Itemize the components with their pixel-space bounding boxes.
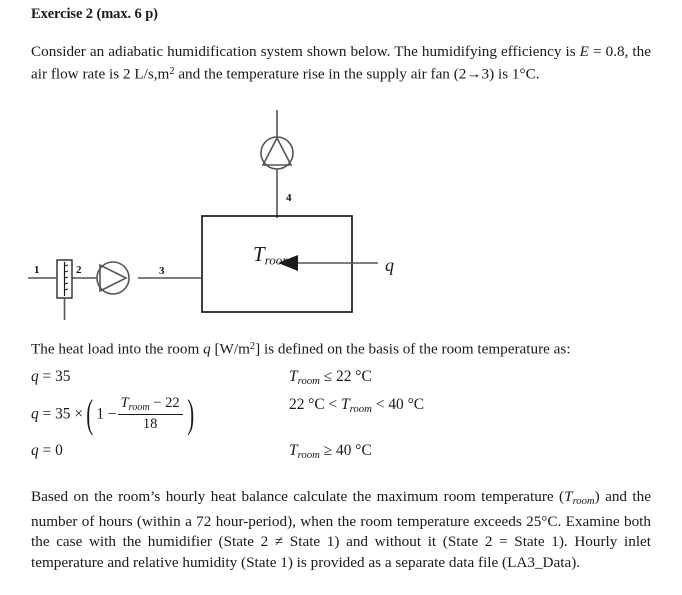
task-troom-symbol: T <box>564 488 573 505</box>
eq2-condition-rest: < 40 °C <box>371 396 424 413</box>
eq2-fraction: Troom − 22 18 <box>117 395 183 433</box>
eq3-troom-sub: room <box>297 449 320 462</box>
eq3-troom-symbol: T <box>289 442 298 459</box>
eq1-troom-sub: room <box>297 375 320 388</box>
diagram-label-state-4: 4 <box>286 192 292 204</box>
eq2-parenthesized-expression: (1 − Troom − 22 18) <box>86 390 194 436</box>
eq2-num-rest: − 22 <box>149 395 180 411</box>
intro-paragraph: Consider an adiabatic humidification sys… <box>31 42 651 84</box>
page-title: Exercise 2 (max. 6 p) <box>31 6 158 22</box>
eq1-condition-rest: ≤ 22 °C <box>319 368 372 385</box>
eq1-troom-symbol: T <box>289 368 298 385</box>
eq2-one-minus: 1 − <box>96 405 117 423</box>
eq2-value: = 35 × <box>38 405 83 423</box>
system-diagram: 1 2 3 4 Troom q <box>0 108 682 328</box>
equation-2-lhs: q = 35 ×(1 − Troom − 22 18) <box>31 390 197 436</box>
eq1-value: = 35 <box>38 368 71 385</box>
diagram-label-heat-load: q <box>385 255 394 275</box>
efficiency-symbol: E <box>579 43 589 60</box>
task-paragraph: Based on the room’s hourly heat balance … <box>31 487 651 573</box>
heat-load-suffix: is defined on the basis of the room temp… <box>260 340 571 358</box>
eq2-numerator: Troom − 22 <box>117 395 183 415</box>
eq1-q-symbol: q <box>31 368 39 385</box>
right-arrow-icon: → <box>466 65 482 83</box>
heat-load-bracket-open: [W/m <box>210 340 250 358</box>
exhaust-fan-triangle <box>261 136 293 166</box>
eq2-denominator: 18 <box>142 415 158 432</box>
diagram-label-room-temperature: Troom <box>253 242 292 268</box>
equation-1-condition: Troom ≤ 22 °C <box>289 368 372 387</box>
eq3-value: = 0 <box>38 442 63 459</box>
intro-prefix: Consider an adiabatic humidification sys… <box>31 43 580 60</box>
eq2-condition-left: 22 °C < <box>289 396 342 413</box>
supply-fan-triangle <box>99 263 128 293</box>
equation-row-2: q = 35 ×(1 − Troom − 22 18) 22 °C < Troom … <box>31 393 651 433</box>
equation-3-lhs: q = 0 <box>31 442 63 460</box>
heat-load-intro-line: The heat load into the room q [W/m2] is … <box>31 337 661 359</box>
eq2-num-troom-symbol: T <box>120 395 129 411</box>
diagram-label-state-2: 2 <box>76 264 82 276</box>
heat-load-q-symbol: q <box>203 340 211 358</box>
fan-state-end: 3) <box>481 65 495 83</box>
diagram-svg <box>28 110 378 320</box>
eq2-q-symbol: q <box>31 405 39 423</box>
eq3-q-symbol: q <box>31 442 39 459</box>
intro-mid: and the temperature rise in the supply a… <box>174 65 467 83</box>
eq2-troom-symbol: T <box>341 396 350 413</box>
supply-fan-circle <box>96 261 130 295</box>
room-temp-subscript: room <box>264 252 292 268</box>
eq3-condition-rest: ≥ 40 °C <box>319 442 372 459</box>
diagram-label-state-3: 3 <box>159 265 165 277</box>
equation-row-3: q = 0 Troom ≥ 40 °C <box>31 442 651 466</box>
task-line-start: Based on the room’s hourly heat balance … <box>31 488 565 505</box>
room-temp-symbol: T <box>253 242 265 266</box>
exhaust-fan-circle <box>260 136 294 170</box>
document-page: Exercise 2 (max. 6 p) Consider an adiaba… <box>0 0 682 595</box>
equation-2-condition: 22 °C < Troom < 40 °C <box>289 396 424 415</box>
heat-load-equations: q = 35 Troom ≤ 22 °C q = 35 ×(1 − Troom −… <box>31 368 651 468</box>
diagram-label-state-1: 1 <box>34 264 40 276</box>
equation-3-condition: Troom ≥ 40 °C <box>289 442 372 461</box>
intro-tail: is 1°C. <box>494 65 540 83</box>
task-troom-sub: room <box>572 495 595 507</box>
eq2-troom-sub: room <box>349 403 372 416</box>
equation-1-lhs: q = 35 <box>31 368 70 386</box>
equation-row-1: q = 35 Troom ≤ 22 °C <box>31 368 651 392</box>
eq2-num-troom-sub: room <box>128 401 150 413</box>
heat-load-prefix: The heat load into the room <box>31 340 204 358</box>
